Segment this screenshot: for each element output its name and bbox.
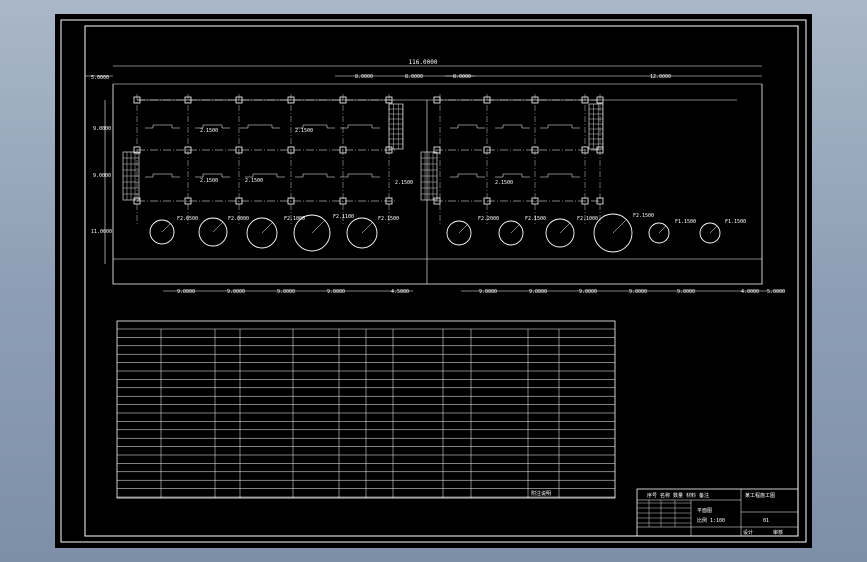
- pipe-length-labels: 2.1500 2.1500 2.1500 2.1500 2.1500 2.150…: [200, 128, 513, 186]
- bottom-dim-right-7: 5.0000: [767, 289, 785, 295]
- top-dim-left-2: 8.0000: [405, 74, 423, 80]
- tank-radius: [311, 220, 325, 234]
- bottom-dim-left-5: 4.5000: [391, 289, 409, 295]
- bottom-dim-right-1: 9.0000: [479, 289, 497, 295]
- outer-border: [60, 19, 807, 543]
- grid-lines: [136, 94, 601, 224]
- tank-radius: [612, 219, 627, 234]
- tb-footer-left: 设计: [743, 529, 753, 536]
- top-dim-right-2: 12.0000: [650, 74, 671, 80]
- bottom-dim-left-2: 9.0000: [227, 289, 245, 295]
- dimension-lines: 116.0000 5.0000 8.0000 8.0000 8.0000 12.…: [85, 59, 785, 295]
- pipe-segment: [145, 173, 180, 178]
- tank-label-r1: F2.2000: [478, 216, 499, 222]
- schedule-grid: [117, 328, 615, 498]
- bottom-dim-right-5: 9.0000: [677, 289, 695, 295]
- row-dim-2: 9.0000: [93, 173, 111, 179]
- tb-sheet: 01: [763, 518, 769, 524]
- pipe-segment: [195, 173, 230, 178]
- hatch-block: [588, 103, 604, 150]
- overall-dim-text: 116.0000: [409, 59, 438, 66]
- tank-radius: [658, 225, 667, 234]
- hatch-block: [388, 103, 404, 150]
- pipe-label-4: 2.1500: [245, 178, 263, 184]
- tb-footer-right: 审核: [773, 529, 783, 536]
- tank-label-l4: F2.1100: [333, 214, 354, 220]
- pipe-segment: [540, 173, 580, 178]
- tank-label-r3: F2.1000: [577, 216, 598, 222]
- pipe-segment: [240, 124, 280, 129]
- tank-label-l3: F2.1000: [284, 216, 305, 222]
- bottom-dim-left-1: 9.0000: [177, 289, 195, 295]
- hatch-blocks: [122, 103, 604, 201]
- tb-drawing-name: 平面图: [697, 508, 712, 514]
- row-dim-3: 11.0000: [91, 229, 112, 235]
- schedule-footer-note: 附注说明: [531, 490, 551, 497]
- tank-label-l5: F2.1500: [378, 216, 399, 222]
- pipe-label-2: 2.1500: [295, 128, 313, 134]
- bottom-dim-right-6: 4.0000: [741, 289, 759, 295]
- row-dim-1: 9.0000: [93, 126, 111, 132]
- tank-radius: [212, 222, 223, 233]
- schedule-table: 附注说明: [116, 320, 616, 499]
- tank-label-r2: F2.1500: [525, 216, 546, 222]
- tb-scale: 比例 1:100: [697, 517, 725, 524]
- cad-drawing-viewport[interactable]: 116.0000 5.0000 8.0000 8.0000 8.0000 12.…: [55, 14, 812, 548]
- tank-radius: [458, 224, 468, 234]
- title-block-grid: [637, 500, 691, 527]
- bottom-dim-right-2: 9.0000: [529, 289, 547, 295]
- tank-radius: [559, 223, 570, 234]
- column-markers: [133, 96, 604, 205]
- pipe-label-5: 2.1500: [495, 180, 513, 186]
- tank-radius: [261, 222, 273, 234]
- pipe-segment: [495, 124, 530, 129]
- tank-label-l2: F2.0000: [228, 216, 249, 222]
- bottom-dim-left-4: 9.0000: [327, 289, 345, 295]
- drawing-canvas: 116.0000 5.0000 8.0000 8.0000 8.0000 12.…: [60, 19, 807, 543]
- tank-radius: [510, 224, 520, 234]
- pipe-label-6: 2.1500: [395, 180, 413, 186]
- tb-project: 某工程施工图: [745, 492, 775, 499]
- bottom-dim-right-4: 9.0000: [629, 289, 647, 295]
- pipe-segment: [295, 173, 335, 178]
- pipe-segment: [495, 173, 530, 178]
- bottom-dim-labels: 9.0000 9.0000 9.0000 9.0000 4.5000 9.000…: [177, 289, 785, 295]
- title-block: 序号 名称 数量 材料 备注 某工程施工图 平面图 比例 1:100 01 设计…: [636, 488, 799, 537]
- pipe-segment: [340, 173, 380, 178]
- tank-radius: [161, 223, 171, 233]
- tank-radius: [709, 225, 718, 234]
- plan-outline: [112, 84, 763, 285]
- pipe-segment: [450, 173, 485, 178]
- floor-plan: [112, 83, 763, 285]
- tank-label-l1: F2.0500: [177, 216, 198, 222]
- bottom-dim-left-3: 9.0000: [277, 289, 295, 295]
- top-dim-left-1: 8.0000: [355, 74, 373, 80]
- tank-label-r5: F1.1500: [675, 219, 696, 225]
- pipe-segment: [340, 124, 380, 129]
- tank-label-r4: F2.1500: [633, 213, 654, 219]
- bottom-dim-right-3: 9.0000: [579, 289, 597, 295]
- pipe-segment: [450, 124, 485, 129]
- left-offset-dim-text: 5.0000: [91, 75, 109, 81]
- pipe-label-3: 2.1500: [200, 178, 218, 184]
- tb-header-row: 序号 名称 数量 材料 备注: [647, 492, 709, 499]
- pipe-label-1: 2.1500: [200, 128, 218, 134]
- inner-frame: [84, 25, 799, 537]
- pipe-segment: [145, 124, 180, 129]
- tank-label-r6: F1.1500: [725, 219, 746, 225]
- pipe-segment: [245, 173, 285, 178]
- tank-radius: [361, 222, 373, 234]
- top-dim-right-1: 8.0000: [453, 74, 471, 80]
- pipe-segment: [540, 124, 580, 129]
